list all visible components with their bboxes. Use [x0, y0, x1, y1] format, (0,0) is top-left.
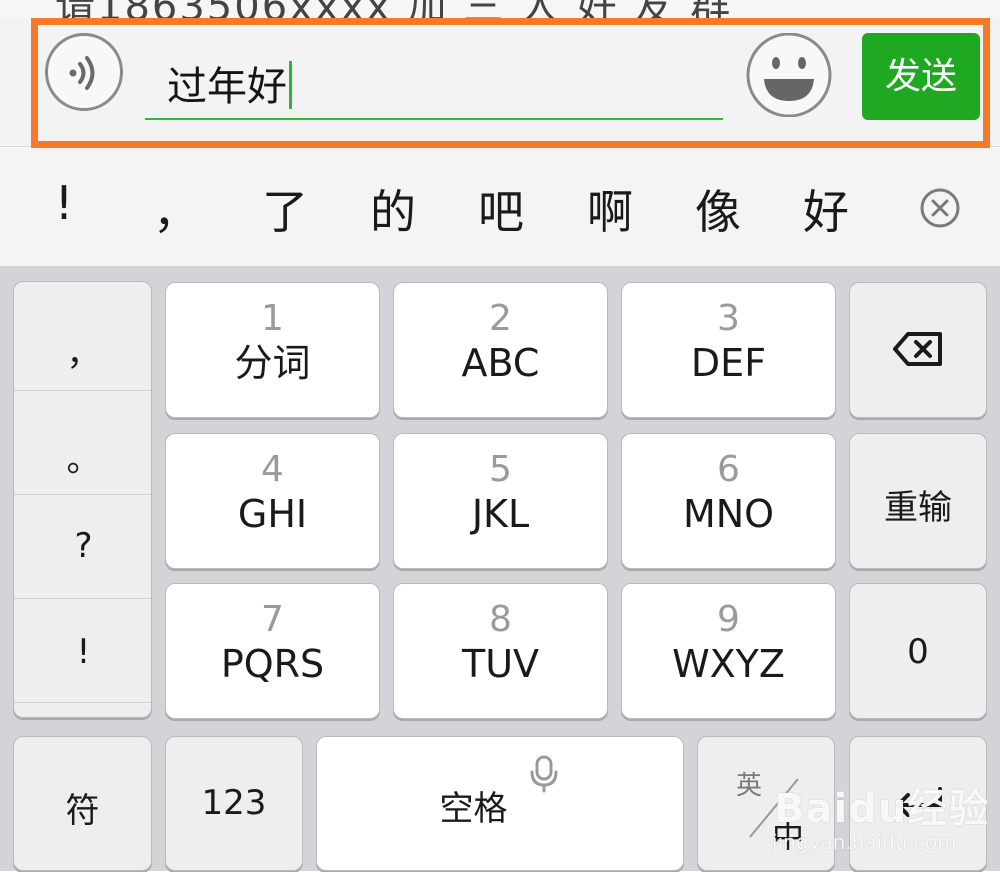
emoji-button[interactable]	[744, 32, 834, 118]
key-2[interactable]: 2 ABC	[393, 282, 608, 418]
clear-candidates-button[interactable]	[918, 186, 962, 230]
key-6[interactable]: 6 MNO	[621, 433, 836, 569]
smiley-face-icon	[746, 32, 832, 118]
circle-x-icon	[920, 188, 960, 228]
enter-key[interactable]	[849, 736, 987, 871]
key-1[interactable]: 1 分词	[165, 282, 380, 418]
voice-wave-icon	[69, 56, 95, 90]
send-button[interactable]: 发送	[862, 33, 980, 120]
symbols-key[interactable]: 符	[13, 736, 152, 871]
punct-period[interactable]: 。	[14, 432, 151, 481]
partial-conversation-text: 请1863506xxxx 加 三 人 好 友 群	[0, 0, 1000, 20]
punct-question[interactable]: ?	[14, 526, 151, 566]
candidate-item[interactable]: 了	[245, 176, 325, 242]
punct-exclaim[interactable]: !	[14, 632, 151, 672]
candidate-item[interactable]: !	[24, 176, 104, 230]
candidate-item[interactable]: 啊	[570, 176, 650, 242]
key-8[interactable]: 8 TUV	[393, 583, 608, 719]
numbers-key[interactable]: 123	[165, 736, 303, 871]
message-text-input[interactable]: 过年好	[145, 40, 723, 120]
input-value: 过年好	[167, 64, 287, 110]
key-9[interactable]: 9 WXYZ	[621, 583, 836, 719]
microphone-icon	[530, 755, 558, 793]
candidate-item[interactable]: 的	[353, 176, 433, 242]
candidate-item[interactable]: ，	[136, 176, 216, 242]
text-caret	[289, 61, 292, 109]
key-5[interactable]: 5 JKL	[393, 433, 608, 569]
punct-comma[interactable]: ，	[14, 326, 151, 375]
candidate-bar: ! ， 了 的 吧 啊 像 好	[0, 148, 1000, 266]
punctuation-column[interactable]: ， 。 ? !	[13, 281, 152, 718]
candidate-item[interactable]: 吧	[461, 176, 541, 242]
enter-icon	[896, 787, 942, 817]
candidate-item[interactable]: 像	[678, 176, 758, 242]
key-3[interactable]: 3 DEF	[621, 282, 836, 418]
backspace-key[interactable]	[849, 282, 987, 418]
key-7[interactable]: 7 PQRS	[165, 583, 380, 719]
key-4[interactable]: 4 GHI	[165, 433, 380, 569]
language-switch-key[interactable]: 英 中	[697, 736, 835, 871]
candidate-item[interactable]: 好	[786, 176, 866, 242]
slash-divider	[749, 778, 799, 838]
retype-key[interactable]: 重输	[849, 433, 987, 569]
space-key[interactable]: 空格	[316, 736, 684, 871]
zero-key[interactable]: 0	[849, 583, 987, 719]
voice-input-button[interactable]	[45, 33, 123, 111]
backspace-icon	[893, 332, 942, 366]
partial-text: 请1863506xxxx 加 三 人 好 友 群	[55, 0, 732, 20]
send-label: 发送	[884, 56, 957, 97]
